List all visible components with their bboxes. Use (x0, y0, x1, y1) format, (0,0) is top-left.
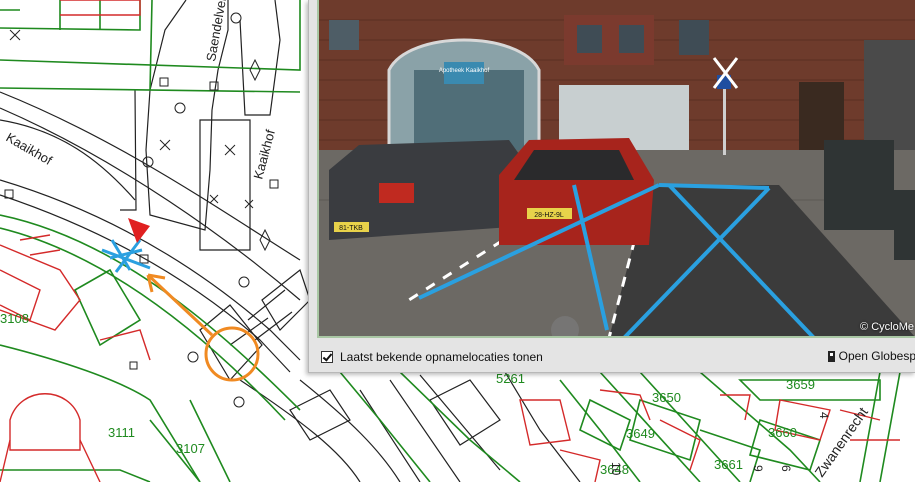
streetview-panel: Apotheek Kaaikhof 81-TKB 28-HZ-9L © Cycl… (308, 0, 915, 373)
parcel-number: 3649 (626, 426, 655, 441)
external-window-icon (828, 350, 835, 362)
streetview-footer: Laatst bekende opnamelocaties tonen Open… (317, 344, 915, 370)
parcel-number: 3661 (714, 457, 743, 472)
open-globespotter-button[interactable]: Open Globesp (828, 349, 915, 363)
house-number: 10 (609, 462, 623, 476)
show-locations-label[interactable]: Laatst bekende opnamelocaties tonen (340, 350, 543, 364)
parcel-number: 5261 (496, 371, 525, 386)
plate-left: 81-TKB (339, 225, 363, 232)
street-label-kaaikhof-2: Kaaikhof (250, 128, 278, 181)
parcel-number: 3108 (0, 311, 29, 326)
parcel-number: 3660 (768, 425, 797, 440)
open-globespotter-label: Open Globesp (838, 349, 915, 363)
photo-credit: © CycloMe (860, 321, 914, 333)
plate-right: 28-HZ-9L (534, 212, 564, 219)
parcel-number: 3650 (652, 390, 681, 405)
view-direction-marker[interactable] (128, 218, 150, 243)
house-number: 4 (817, 412, 831, 419)
map-symbols (4, 12, 279, 408)
house-number: 6 (779, 465, 793, 472)
streetview-photo-frame[interactable]: Apotheek Kaaikhof 81-TKB 28-HZ-9L © Cycl… (317, 0, 915, 338)
pharmacy-sign-text: Apotheek Kaaikhof (439, 68, 490, 74)
house-number: 9 (751, 465, 765, 472)
street-label-kaaikhof-1: Kaaikhof (4, 130, 56, 168)
streetview-photo[interactable]: Apotheek Kaaikhof 81-TKB 28-HZ-9L (319, 0, 915, 338)
parcel-number: 3107 (176, 441, 205, 456)
parcel-number: 3659 (786, 377, 815, 392)
show-locations-checkbox[interactable] (321, 351, 333, 363)
orange-annotation (146, 273, 260, 382)
street-label-saendelver: Saendelver (203, 0, 229, 63)
parcel-number: 3111 (108, 425, 135, 440)
